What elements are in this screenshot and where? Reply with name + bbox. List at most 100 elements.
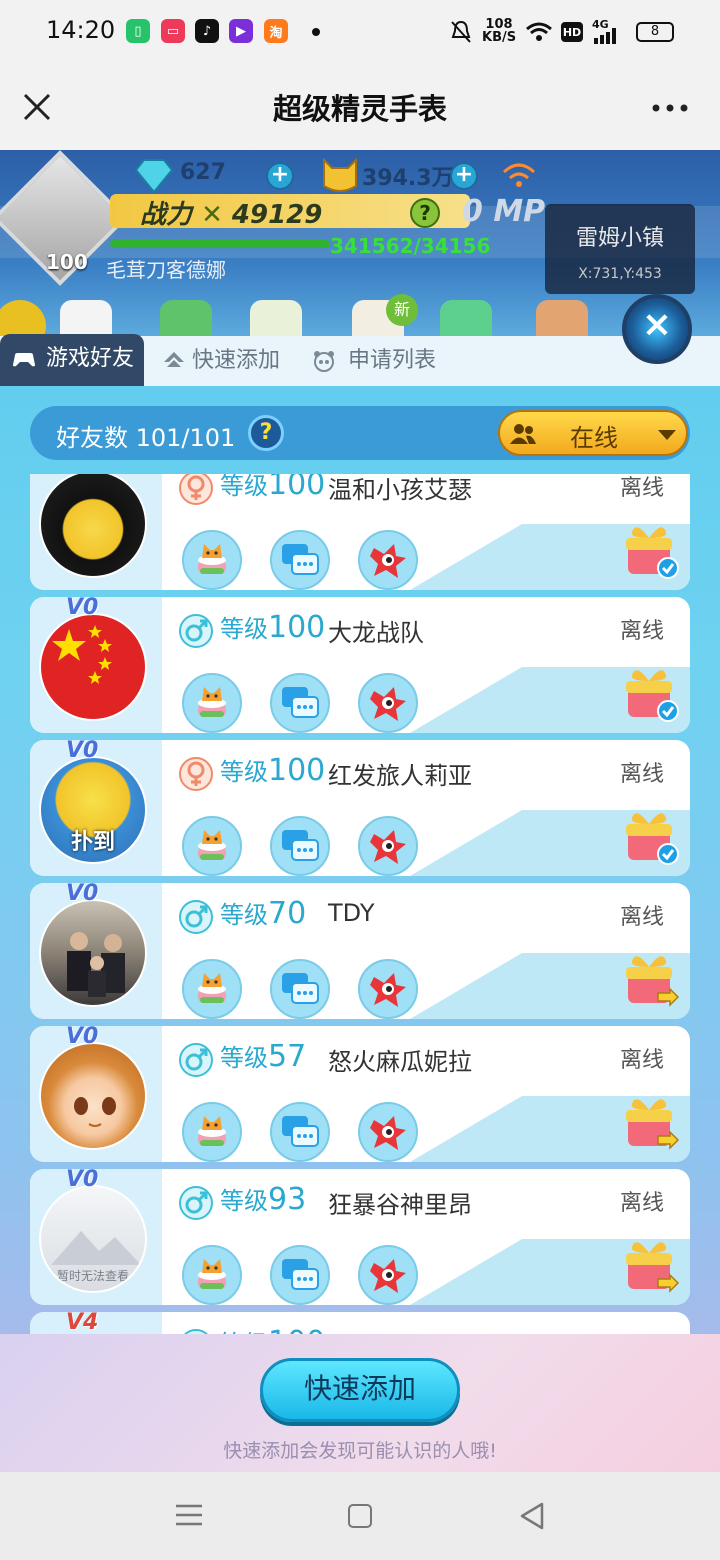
mute-icon — [451, 20, 471, 43]
vip-badge: V0 — [66, 1169, 99, 1192]
pet-button[interactable] — [182, 1102, 242, 1162]
exp-value: 341562/34156 — [330, 234, 491, 258]
gift-icon[interactable] — [622, 949, 680, 1009]
pet-button[interactable] — [182, 959, 242, 1019]
add-diamond-button[interactable]: + — [266, 162, 294, 190]
dragon-icon — [370, 687, 406, 721]
male-icon — [179, 614, 213, 648]
gift-icon[interactable] — [622, 806, 680, 866]
quick-add-hint: 快速添加会发现可能认识的人哦! — [223, 1440, 497, 1462]
tab-quick-add[interactable]: 快速添加 — [162, 336, 280, 386]
chat-button[interactable] — [270, 1102, 330, 1162]
cake-pet-icon — [198, 973, 226, 1003]
dragon-icon — [370, 830, 406, 864]
cake-pet-icon — [198, 687, 226, 717]
friend-avatar[interactable] — [39, 613, 147, 721]
cake-pet-icon — [198, 1116, 226, 1146]
pet-button[interactable] — [182, 673, 242, 733]
chat-button[interactable] — [270, 959, 330, 1019]
status-bar: 14:20 ▯ ▭ ♪ ▶ 淘 108 KB/S HD 4G 8 — [0, 0, 720, 64]
new-badge: 新 — [386, 294, 418, 326]
friend-count: 好友数 101/101 — [56, 424, 236, 452]
quick-add-button[interactable]: 快速添加 — [260, 1358, 460, 1422]
friend-card[interactable]: V0 等级100 大龙战队 离线 — [30, 597, 690, 733]
friend-status: 离线 — [620, 619, 665, 644]
gift-icon[interactable] — [622, 663, 680, 723]
friend-card[interactable]: V0 等级70 TDY 离线 — [30, 883, 690, 1019]
tab-bar: 游戏好友 快速添加 申请列表 — [0, 334, 720, 386]
female-icon — [179, 757, 213, 791]
mp-badge: 0 MP — [462, 194, 546, 229]
home-icon[interactable] — [348, 1504, 372, 1528]
title-bar: 超级精灵手表 — [0, 64, 720, 150]
friend-level: 等级57 — [220, 1039, 307, 1074]
power-help-button[interactable]: ? — [410, 198, 440, 228]
friend-avatar[interactable] — [39, 1042, 147, 1150]
friend-avatar[interactable] — [39, 899, 147, 1007]
gift-icon[interactable] — [622, 1235, 680, 1295]
panel-close-button[interactable] — [622, 294, 692, 364]
online-filter-dropdown[interactable]: 在线 — [498, 410, 688, 456]
anime-avatar-icon — [74, 1097, 116, 1127]
diamond-count: 627 — [180, 160, 226, 185]
taobao-icon: 淘 — [264, 19, 288, 43]
player-name: 毛茸刀客德娜 — [106, 258, 226, 282]
signal-icon — [594, 28, 616, 44]
tab-request-list[interactable]: 申请列表 — [312, 336, 436, 386]
dragon-icon — [370, 973, 406, 1007]
friend-card[interactable]: 等级100 温和小孩艾瑟 离线 — [30, 474, 690, 590]
coin-count: 394.3万 — [362, 166, 454, 191]
battle-button[interactable] — [358, 673, 418, 733]
friend-level: 等级70 — [220, 896, 307, 931]
friend-name: 狂暴谷神里昂 — [328, 1191, 472, 1219]
chat-button[interactable] — [270, 530, 330, 590]
friend-avatar[interactable]: 扑到 — [39, 756, 147, 864]
friend-card[interactable]: V0 等级57 怒火麻瓜妮拉 离线 — [30, 1026, 690, 1162]
chat-button[interactable] — [270, 673, 330, 733]
people-icon — [510, 424, 536, 444]
diamond-icon — [134, 159, 174, 194]
player-level: 100 — [46, 250, 88, 274]
town-panel[interactable]: 雷姆小镇 X:731,Y:453 — [545, 204, 695, 294]
friend-avatar[interactable] — [39, 474, 147, 578]
back-icon[interactable] — [520, 1502, 544, 1530]
gift-icon[interactable] — [622, 520, 680, 580]
chat-icon — [282, 687, 319, 718]
battle-button[interactable] — [358, 816, 418, 876]
friend-help-button[interactable]: ? — [248, 415, 284, 451]
battle-button[interactable] — [358, 959, 418, 1019]
pet-button[interactable] — [182, 530, 242, 590]
vip-badge: V0 — [66, 1026, 99, 1049]
pet-button[interactable] — [182, 1245, 242, 1305]
friend-list[interactable]: 等级100 温和小孩艾瑟 离线 V0 等级100 大龙战队 离线 扑到 V0 等… — [30, 474, 692, 1336]
connection-icon — [502, 163, 536, 187]
town-coordinates: X:731,Y:453 — [578, 266, 662, 282]
friend-name: 怒火麻瓜妮拉 — [328, 1048, 472, 1076]
battle-button[interactable] — [358, 1245, 418, 1305]
friend-avatar[interactable]: 暂时无法查看 — [39, 1185, 147, 1293]
hd-badge: HD — [561, 22, 583, 42]
friend-card[interactable]: 扑到 V0 等级100 红发旅人莉亚 离线 — [30, 740, 690, 876]
chat-button[interactable] — [270, 1245, 330, 1305]
more-options-icon[interactable] — [652, 104, 688, 112]
male-icon — [179, 1043, 213, 1077]
male-icon — [179, 900, 213, 934]
friend-card[interactable]: V4 等级100 离线 — [30, 1312, 690, 1336]
gift-icon[interactable] — [622, 1092, 680, 1152]
chat-button[interactable] — [270, 816, 330, 876]
friend-level: 等级93 — [220, 1182, 307, 1217]
menu-icon[interactable] — [176, 1504, 202, 1526]
add-coin-button[interactable]: + — [450, 162, 478, 190]
combat-power: 战力 ✕ 49129 — [140, 200, 323, 230]
status-time: 14:20 — [46, 16, 116, 44]
friend-card[interactable]: 暂时无法查看 V0 等级93 狂暴谷神里昂 离线 — [30, 1169, 690, 1305]
chat-icon — [282, 973, 319, 1004]
pet-button[interactable] — [182, 816, 242, 876]
battle-button[interactable] — [358, 1102, 418, 1162]
tab-game-friends[interactable]: 游戏好友 — [0, 334, 145, 386]
tiktok-icon: ♪ — [195, 19, 219, 43]
friend-name: 红发旅人莉亚 — [328, 762, 472, 790]
battle-button[interactable] — [358, 530, 418, 590]
avatar-caption: 扑到 — [70, 830, 115, 855]
friend-level: 等级100 — [220, 610, 326, 645]
